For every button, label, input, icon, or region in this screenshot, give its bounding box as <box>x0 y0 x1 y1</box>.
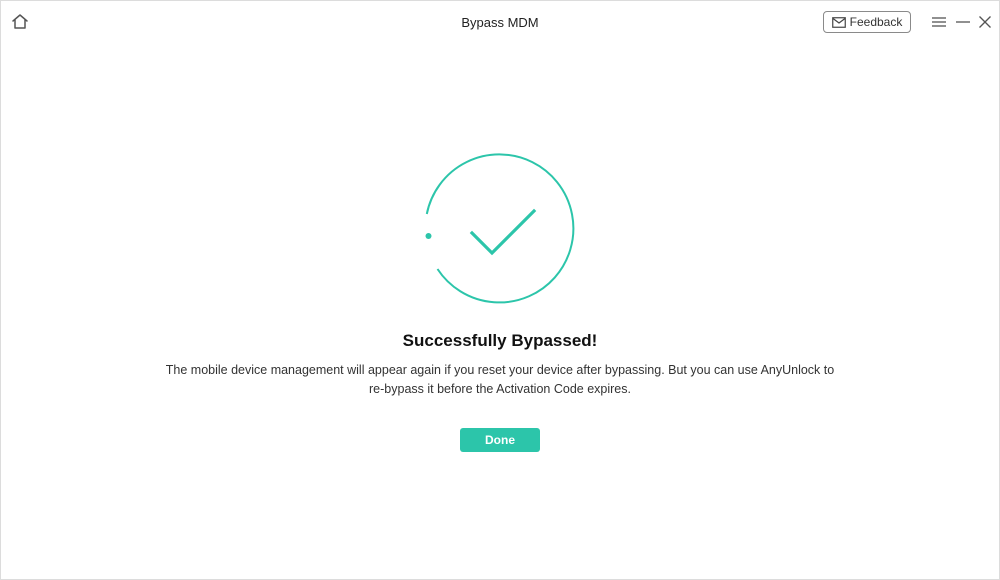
bypass-description: The mobile device management will appear… <box>141 361 859 399</box>
description-line-2: re-bypass it before the Activation Code … <box>369 382 631 396</box>
description-line-1: The mobile device management will appear… <box>165 363 835 377</box>
close-icon <box>979 16 991 28</box>
feedback-label: Feedback <box>849 15 903 29</box>
done-button[interactable]: Done <box>460 428 540 452</box>
hamburger-menu-icon <box>932 17 946 27</box>
check-circle-icon <box>425 153 575 304</box>
title-bar: Bypass MDM Feedback <box>1 1 999 45</box>
minimize-button[interactable] <box>954 13 972 31</box>
menu-button[interactable] <box>930 13 948 31</box>
mail-icon <box>831 16 846 28</box>
success-headline: Successfully Bypassed! <box>402 331 598 350</box>
minimize-icon <box>956 21 970 23</box>
close-button[interactable] <box>976 13 994 31</box>
success-status-graphic <box>420 151 580 311</box>
app-window: Bypass MDM Feedback Successfully Bypasse… <box>0 0 1000 580</box>
feedback-button[interactable]: Feedback <box>823 11 911 33</box>
